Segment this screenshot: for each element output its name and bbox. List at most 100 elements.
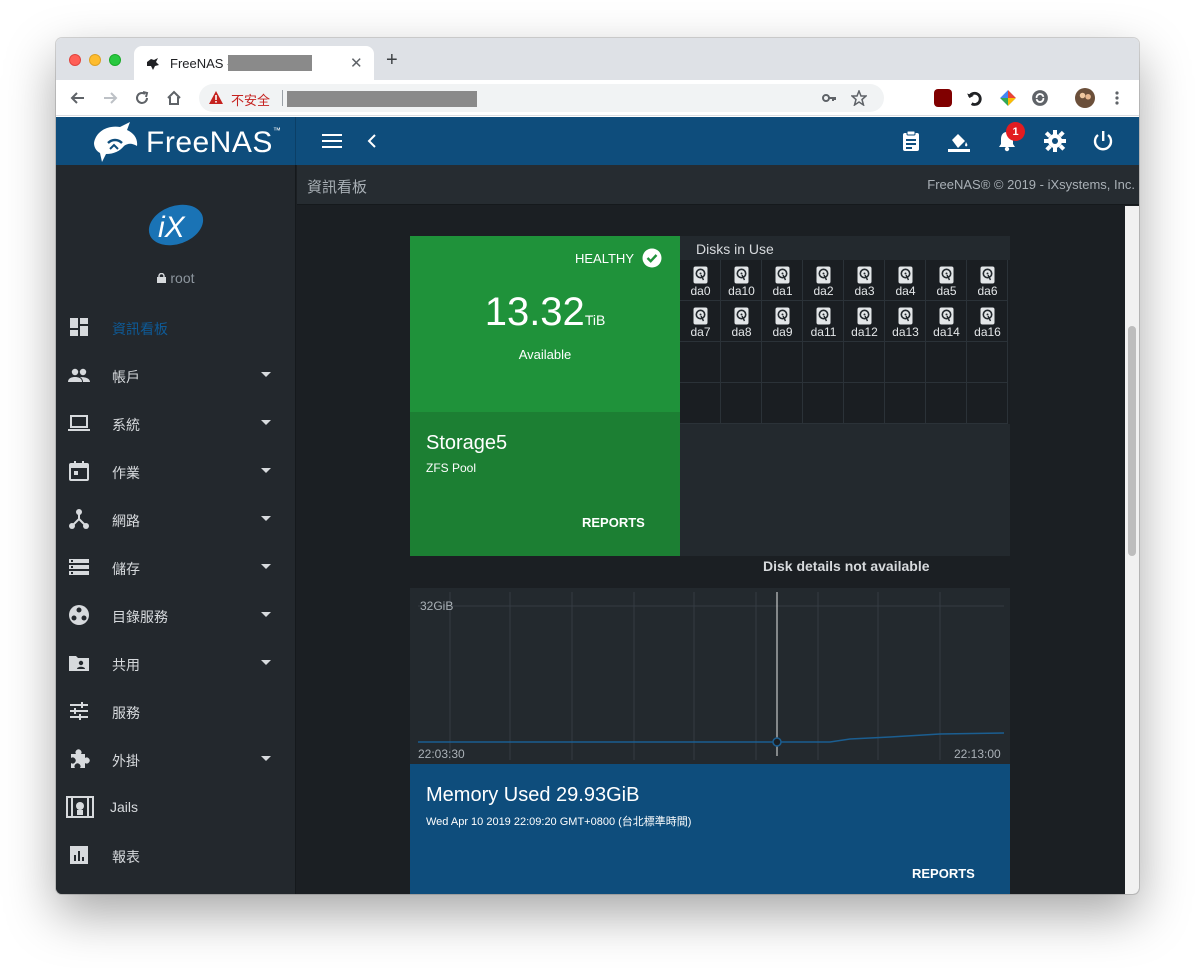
empty-disk-slot — [680, 383, 721, 424]
theme-paint-icon[interactable] — [947, 129, 971, 153]
sidebar-item-label: 目錄服務 — [112, 609, 168, 625]
bookmark-star-icon[interactable] — [848, 87, 870, 109]
collapse-sidebar-icon[interactable] — [360, 129, 384, 153]
forward-icon[interactable] — [99, 87, 121, 109]
disk-label: da10 — [728, 284, 755, 298]
key-icon[interactable] — [818, 87, 840, 109]
chart-icon — [70, 846, 88, 864]
disk-item: da9 — [762, 301, 803, 342]
empty-disk-slot — [762, 383, 803, 424]
browser-tab[interactable]: FreeNAS - ✕ — [134, 46, 374, 80]
network-icon — [69, 509, 89, 529]
disk-item: da10 — [721, 260, 762, 301]
sidebar: iX root 資訊看板 帳戶 系統 作業 網路 儲存 目錄服務 共用 服務 外… — [56, 165, 296, 894]
settings-gear-icon[interactable] — [1043, 129, 1067, 153]
memory-reports-button[interactable]: REPORTS — [912, 866, 975, 881]
browser-menu-icon[interactable] — [1106, 87, 1128, 109]
sidebar-item-label: Jails — [110, 799, 139, 815]
disk-label: da8 — [731, 325, 752, 339]
undo-extension-icon[interactable] — [964, 87, 986, 109]
disk-label: da0 — [690, 284, 711, 298]
storage-icon — [69, 559, 89, 575]
hard-disk-icon — [816, 307, 831, 325]
warning-icon — [209, 91, 223, 104]
sidebar-item-sharing[interactable]: 共用 — [56, 643, 296, 683]
disk-label: da6 — [977, 284, 998, 298]
empty-disk-slot — [721, 383, 762, 424]
notification-count-badge: 1 — [1006, 122, 1025, 141]
hard-disk-icon — [939, 307, 954, 325]
zoom-window-button[interactable] — [109, 54, 121, 66]
colorful-extension-icon[interactable] — [997, 87, 1019, 109]
sidebar-item-services[interactable]: 服務 — [56, 691, 296, 731]
freenas-app: FreeNAS™ 1 iX root 資訊看板 帳戶 系統 作業 網路 儲存 目… — [56, 117, 1139, 894]
ublock-extension-icon[interactable] — [934, 89, 952, 107]
disk-item: da6 — [967, 260, 1008, 301]
power-icon[interactable] — [1091, 129, 1115, 153]
disk-item: da11 — [803, 301, 844, 342]
disk-label: da12 — [851, 325, 878, 339]
sidebar-item-tasks[interactable]: 作業 — [56, 451, 296, 491]
home-icon[interactable] — [163, 87, 185, 109]
sidebar-item-accounts[interactable]: 帳戶 — [56, 355, 296, 395]
sidebar-item-storage[interactable]: 儲存 — [56, 547, 296, 587]
redacted-tab-title — [228, 55, 312, 71]
expand-caret-icon — [261, 564, 271, 569]
pool-status-label: HEALTHY — [575, 251, 634, 266]
sidebar-item-dashboard[interactable]: 資訊看板 — [56, 307, 296, 347]
clipboard-icon[interactable] — [899, 129, 923, 153]
hard-disk-icon — [980, 266, 995, 284]
available-space: 13.32TiB — [484, 290, 606, 334]
page-header: 資訊看板 FreeNAS® © 2019 - iXsystems, Inc. — [297, 165, 1139, 205]
memory-info-panel: Memory Used 29.93GiB Wed Apr 10 2019 22:… — [410, 764, 1010, 894]
not-secure-label: 不安全 — [231, 93, 271, 108]
freenas-favicon-icon — [147, 58, 159, 70]
memory-used-title: Memory Used 29.93GiB — [426, 784, 640, 806]
empty-disk-slot — [803, 383, 844, 424]
hard-disk-icon — [857, 266, 872, 284]
minimize-window-button[interactable] — [89, 54, 101, 66]
disk-label: da14 — [933, 325, 960, 339]
reload-icon[interactable] — [131, 87, 153, 109]
profile-avatar[interactable] — [1074, 87, 1096, 109]
menu-toggle-icon[interactable] — [320, 129, 344, 153]
close-window-button[interactable] — [69, 54, 81, 66]
tab-close-icon[interactable]: ✕ — [350, 54, 363, 72]
dashboard-icon — [70, 318, 88, 336]
expand-caret-icon — [261, 660, 271, 665]
sidebar-item-reports[interactable]: 報表 — [56, 835, 296, 875]
sidebar-item-system[interactable]: 系統 — [56, 403, 296, 443]
hard-disk-icon — [857, 307, 872, 325]
disk-label: da11 — [810, 325, 837, 339]
hard-disk-icon — [898, 307, 913, 325]
disk-item: da16 — [967, 301, 1008, 342]
disk-details-note: Disk details not available — [763, 558, 930, 574]
sidebar-item-jails[interactable]: Jails — [56, 787, 296, 827]
sidebar-item-directory-services[interactable]: 目錄服務 — [56, 595, 296, 635]
chart-cursor-point — [772, 737, 782, 747]
sidebar-item-network[interactable]: 網路 — [56, 499, 296, 539]
page-scrollbar[interactable] — [1125, 206, 1139, 894]
memory-usage-line — [418, 732, 1005, 743]
new-tab-button[interactable]: + — [386, 49, 398, 72]
disk-item: da13 — [885, 301, 926, 342]
sidebar-item-label: 作業 — [112, 465, 140, 481]
sync-extension-icon[interactable] — [1029, 87, 1051, 109]
address-bar[interactable]: 不安全 — [199, 84, 884, 112]
puzzle-icon — [71, 749, 90, 768]
sidebar-item-plugins[interactable]: 外掛 — [56, 739, 296, 779]
disk-label: da5 — [936, 284, 957, 298]
memory-chart-svg: 32GiB 22:03:30 22:13:00 — [418, 592, 1005, 761]
sidebar-item-label: 資訊看板 — [112, 321, 168, 337]
sidebar-item-label: 系統 — [112, 417, 140, 433]
pool-type: ZFS Pool — [426, 461, 477, 475]
pool-reports-button[interactable]: REPORTS — [582, 515, 645, 530]
disk-item: da7 — [680, 301, 721, 342]
check-circle-icon — [642, 248, 662, 268]
username: root — [170, 270, 195, 286]
disk-item: da12 — [844, 301, 885, 342]
back-icon[interactable] — [67, 87, 89, 109]
scrollbar-thumb[interactable] — [1128, 326, 1136, 556]
hard-disk-icon — [939, 266, 954, 284]
sidebar-item-label: 儲存 — [112, 561, 140, 577]
